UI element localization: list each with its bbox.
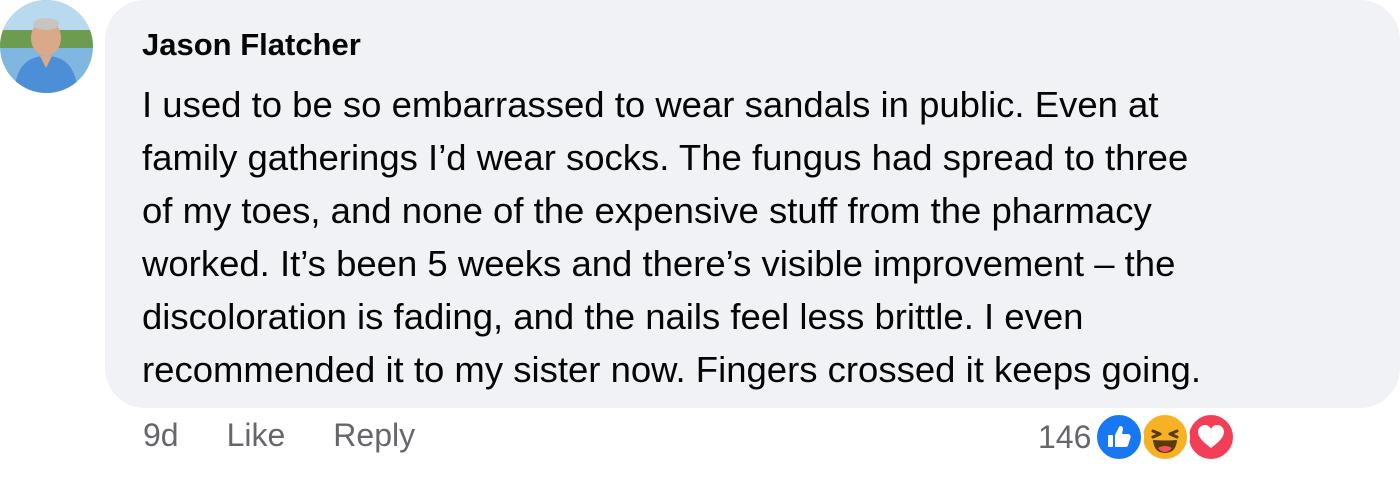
reactions-summary[interactable]: 146 <box>1038 412 1237 462</box>
comment-bubble: Jason Flatcher I used to be so embarrass… <box>105 0 1400 408</box>
haha-icon <box>1140 412 1191 462</box>
comment-text-line: worked. It’s been 5 weeks and there’s vi… <box>142 243 1176 284</box>
comment-text-line: of my toes, and none of the expensive st… <box>142 190 1152 231</box>
reaction-count: 146 <box>1038 418 1092 455</box>
avatar[interactable] <box>0 0 93 93</box>
comment-text-line: recommended it to my sister now. Fingers… <box>142 349 1201 390</box>
reply-button[interactable]: Reply <box>333 417 415 454</box>
avatar-photo <box>0 0 93 93</box>
comment-text: I used to be so embarrassed to wear sand… <box>142 78 1380 396</box>
comment-text-line: discoloration is fading, and the nails f… <box>142 296 1084 337</box>
like-button[interactable]: Like <box>227 417 286 454</box>
like-icon <box>1094 412 1145 462</box>
comment-text-line: family gatherings I’d wear socks. The fu… <box>142 137 1189 178</box>
comment-text-line: I used to be so embarrassed to wear sand… <box>142 84 1159 125</box>
comment-actions: 9d Like Reply <box>143 413 463 457</box>
reaction-icons <box>1094 412 1237 462</box>
love-icon <box>1186 412 1237 462</box>
comment-author[interactable]: Jason Flatcher <box>142 26 1380 64</box>
comment-timestamp[interactable]: 9d <box>143 417 179 454</box>
comment: Jason Flatcher I used to be so embarrass… <box>0 0 1400 500</box>
